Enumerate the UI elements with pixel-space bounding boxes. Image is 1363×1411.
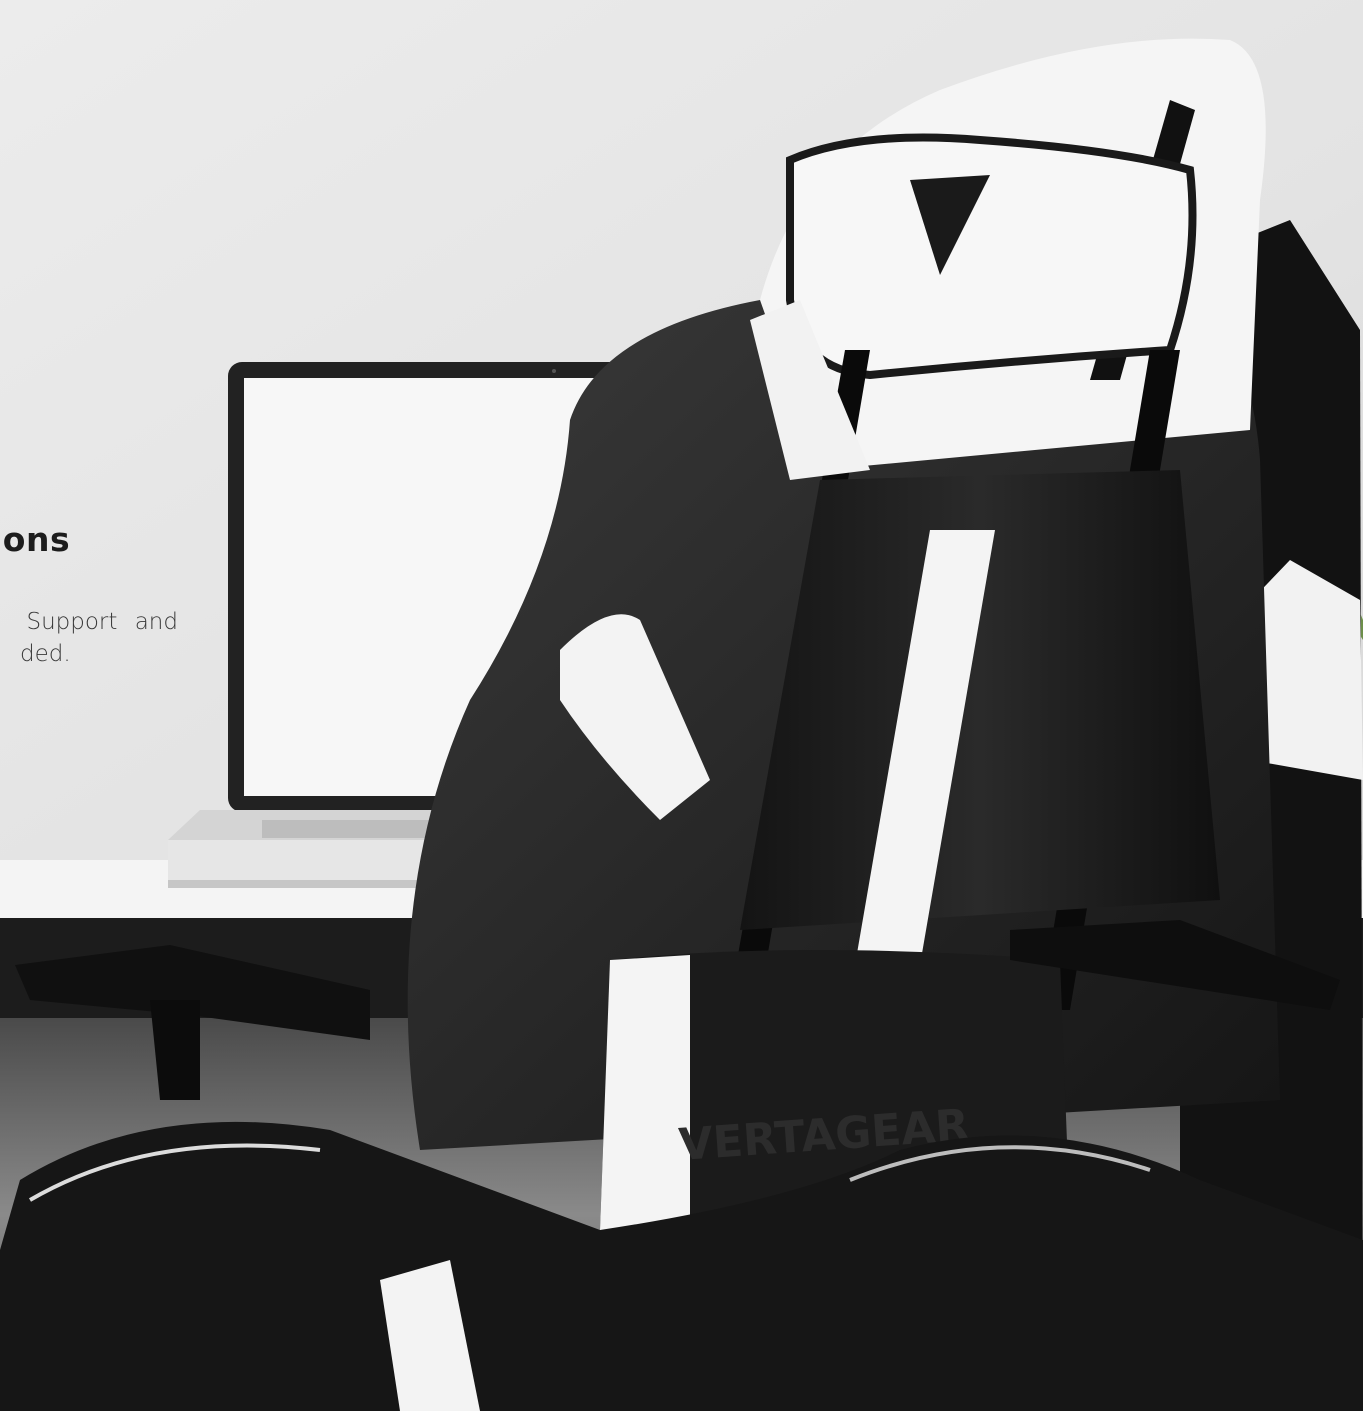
product-photo: VERTAGEAR: [0, 0, 1363, 1411]
feature-description-line-2: ded.: [20, 641, 71, 667]
feature-description: Support and ded.: [0, 606, 178, 670]
feature-heading: ions: [0, 520, 71, 559]
feature-description-line-1: Support and: [26, 609, 178, 635]
